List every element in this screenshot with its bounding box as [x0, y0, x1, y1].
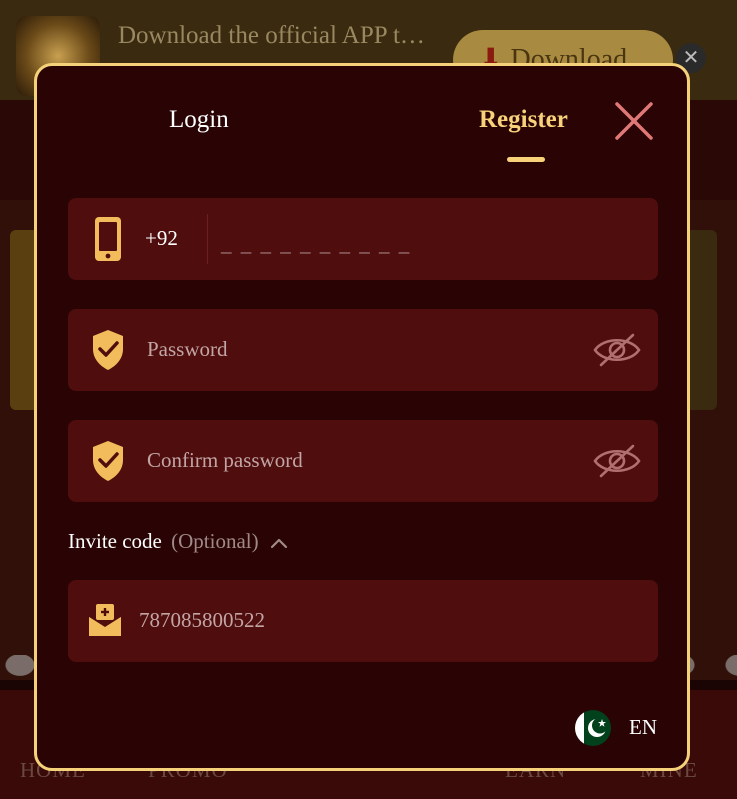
invite-code-toggle[interactable]: Invite code (Optional)	[68, 529, 288, 554]
confirm-password-field[interactable]: Confirm password	[68, 420, 658, 502]
chevron-up-icon	[270, 539, 287, 549]
envelope-plus-icon	[88, 604, 122, 636]
country-code[interactable]: +92	[145, 226, 178, 251]
password-field[interactable]: Password	[68, 309, 658, 391]
invite-code-field[interactable]: 787085800522	[68, 580, 658, 662]
password-input[interactable]: Password	[147, 337, 228, 362]
invite-optional-label: (Optional)	[171, 529, 259, 553]
smartphone-icon	[95, 217, 121, 261]
tab-login[interactable]: Login	[169, 106, 229, 134]
active-tab-indicator	[507, 157, 545, 162]
phone-input[interactable]: _ _ _ _ _ _ _ _ _ _	[221, 232, 411, 257]
eye-off-icon[interactable]	[592, 329, 642, 371]
phone-divider	[207, 214, 208, 264]
close-icon[interactable]	[613, 100, 655, 142]
shield-check-icon	[93, 441, 123, 481]
register-modal: Login Register +92 _ _ _ _ _ _ _ _ _ _ P…	[34, 63, 690, 771]
banner-text: Download the official APP t…	[118, 22, 425, 49]
confirm-password-input[interactable]: Confirm password	[147, 448, 303, 473]
pakistan-flag-icon	[575, 710, 611, 746]
tab-register[interactable]: Register	[479, 106, 568, 134]
language-code: EN	[629, 715, 657, 739]
phone-field[interactable]: +92 _ _ _ _ _ _ _ _ _ _	[68, 198, 658, 280]
eye-off-icon[interactable]	[592, 440, 642, 482]
invite-code-input[interactable]: 787085800522	[139, 608, 265, 633]
shield-check-icon	[93, 330, 123, 370]
invite-code-label: Invite code	[68, 529, 162, 553]
